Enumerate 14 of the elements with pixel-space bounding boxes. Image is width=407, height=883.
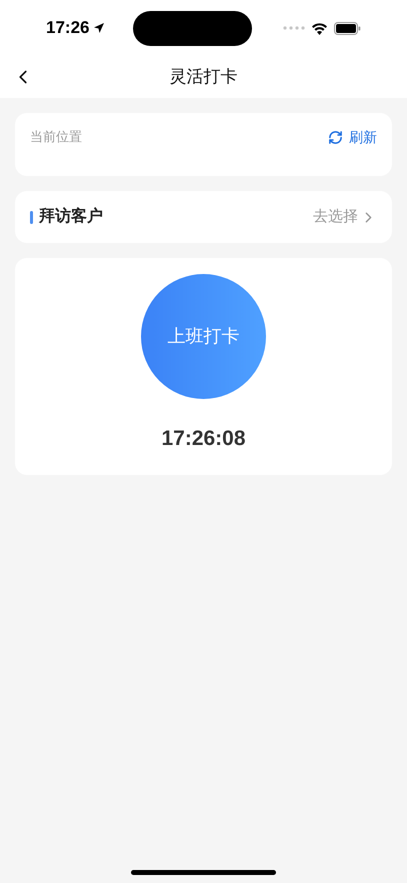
- status-time: 17:26: [46, 17, 90, 40]
- page-title: 灵活打卡: [170, 66, 238, 88]
- signal-dots-icon: [282, 26, 305, 30]
- location-arrow-icon: [93, 22, 106, 34]
- visit-label: 拜访客户: [39, 206, 103, 227]
- refresh-button[interactable]: 刷新: [328, 127, 377, 148]
- wifi-icon: [310, 22, 328, 34]
- battery-icon: [334, 22, 361, 34]
- clock-in-button[interactable]: 上班打卡: [141, 274, 266, 399]
- select-customer-link[interactable]: 去选择: [313, 206, 377, 228]
- current-time: 17:26:08: [161, 426, 246, 452]
- accent-bar: [30, 210, 33, 224]
- location-label: 当前位置: [30, 128, 82, 146]
- refresh-icon: [328, 130, 343, 145]
